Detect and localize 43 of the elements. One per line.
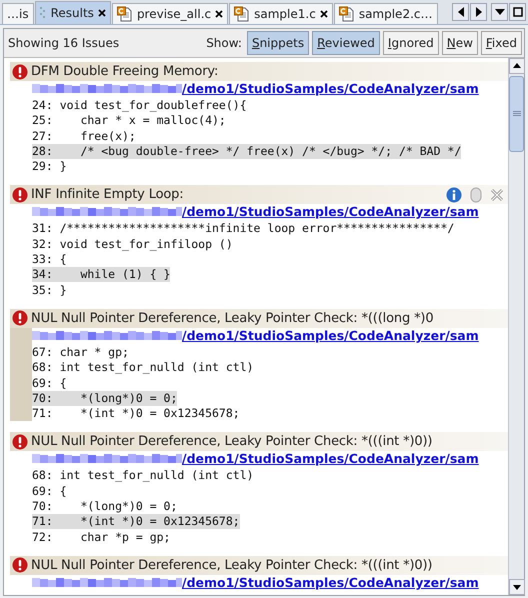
issue-header[interactable]: NUL Null Pointer Dereference, Leaky Pointer Check: *(((long *)0 — [10, 308, 508, 328]
issue-header[interactable]: NUL Null Pointer Dereference, Leaky Pointer Check: *(((int *)0)) — [10, 556, 508, 575]
editor-tab[interactable]: previse_all.c — [112, 3, 228, 24]
issue-header[interactable]: DFM Double Freeing Memory: — [10, 62, 508, 81]
issue-title: DFM Double Freeing Memory: — [31, 64, 218, 79]
editor-tab[interactable]: sample2.c… — [334, 3, 438, 24]
code-line: 71: *(int *)0 = 0x12345678; — [32, 406, 240, 422]
issue-title: NUL Null Pointer Dereference, Leaky Pointer Check: *(((long *)0 — [31, 310, 434, 326]
code-line: 69: { — [32, 484, 67, 499]
code-line: 68: int test_for_nulld (int ctl) — [32, 360, 254, 376]
filter-toggle[interactable]: Reviewed — [312, 31, 380, 55]
editor-tab[interactable]: sample1.c — [229, 3, 333, 24]
file-path-link[interactable]: /demo1/StudioSamples/CodeAnalyzer/sam — [32, 328, 479, 343]
editor-tab[interactable]: Results — [34, 1, 111, 24]
filter-toggle[interactable]: Fixed — [480, 31, 522, 55]
code-line: 33: { — [32, 252, 67, 268]
filter-toggle[interactable]: New — [442, 31, 478, 55]
show-label: Show: — [206, 36, 242, 50]
file-path-link[interactable]: /demo1/StudioSamples/CodeAnalyzer/sam — [32, 574, 479, 590]
issue-title: NUL Null Pointer Dereference, Leaky Pointer Check: *(((int *)0)) — [31, 434, 432, 450]
code-line: 72: char *p = gp; — [32, 530, 170, 545]
code-line: 69: { — [32, 376, 67, 391]
code-line: 70: *(long*)0 = 0; — [32, 499, 178, 514]
code-line: 27: free(x); — [32, 128, 136, 144]
issue-header[interactable]: INF Infinite Empty Loop: — [10, 185, 508, 204]
editor-tab[interactable]: …is — [2, 3, 34, 24]
code-line: 32: void test_for_infiloop () — [32, 236, 233, 252]
filter-toggle[interactable]: Ignored — [382, 31, 439, 55]
code-line: 25: char * x = malloc(4); — [32, 113, 226, 128]
file-path-link[interactable]: /demo1/StudioSamples/CodeAnalyzer/sam — [32, 204, 479, 220]
code-line: 29: } — [32, 159, 67, 174]
filter-toggle[interactable]: Snippets — [246, 31, 310, 55]
issue-title: INF Infinite Empty Loop: — [31, 187, 184, 202]
code-line: 35: } — [32, 282, 67, 298]
issue-count: Showing 16 Issues — [8, 36, 120, 50]
issue-title: NUL Null Pointer Dereference, Leaky Pointer Check: *(((int *)0)) — [31, 558, 432, 573]
code-line: 67: char * gp; — [32, 344, 129, 360]
file-path-link[interactable]: /demo1/StudioSamples/CodeAnalyzer/sam — [32, 81, 479, 96]
code-line: 24: void test_for_doublefree(){ — [32, 98, 247, 113]
issue-header[interactable]: NUL Null Pointer Dereference, Leaky Pointer Check: *(((int *)0)) — [10, 432, 508, 452]
code-line: 31: /********************infinite loop error****************/ — [32, 221, 454, 236]
file-path-link[interactable]: /demo1/StudioSamples/CodeAnalyzer/sam — [32, 451, 479, 466]
code-line: 68: int test_for_nulld (int ctl) — [32, 468, 254, 484]
